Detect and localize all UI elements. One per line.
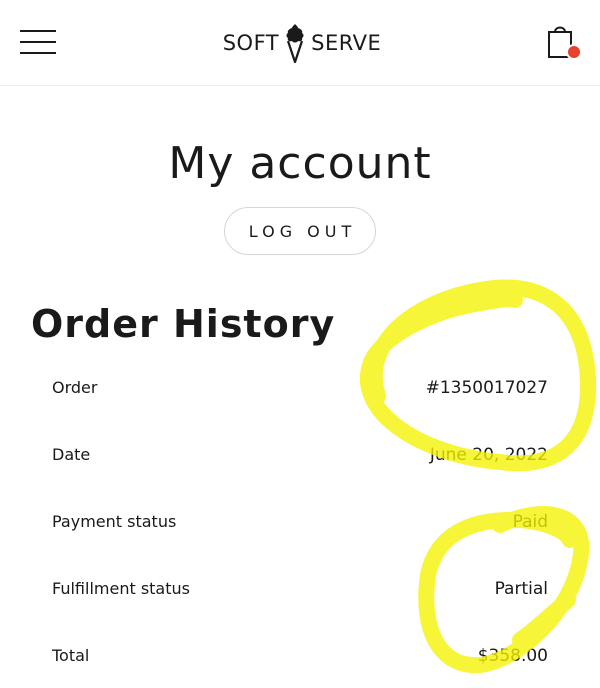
fulfillment-status-value: Partial — [494, 579, 548, 599]
payment-status-value: Paid — [512, 512, 548, 532]
site-logo[interactable]: SOFT SERVE — [222, 22, 382, 64]
order-total-value: $358.00 — [477, 646, 548, 666]
site-header: SOFT SERVE — [0, 0, 600, 86]
cart-button[interactable] — [544, 24, 584, 64]
payment-status-label: Payment status — [52, 512, 177, 531]
fulfillment-status-label: Fulfillment status — [52, 579, 190, 598]
fulfillment-status-row: Fulfillment status Partial — [52, 575, 548, 605]
page-title: My account — [168, 138, 432, 189]
logo-word-right: SERVE — [311, 31, 382, 55]
payment-status-row: Payment status Paid — [52, 508, 548, 538]
order-date-row: Date June 20, 2022 — [52, 441, 548, 471]
order-number-row: Order #1350017027 — [52, 374, 548, 404]
menu-icon[interactable] — [20, 28, 56, 56]
order-number-label: Order — [52, 378, 98, 397]
order-total-label: Total — [52, 646, 90, 665]
menu-icon-bar — [20, 30, 56, 32]
order-date-value: June 20, 2022 — [429, 445, 548, 465]
logo-word-left: SOFT — [222, 31, 280, 55]
order-date-label: Date — [52, 445, 91, 464]
order-total-row: Total $358.00 — [52, 642, 548, 672]
order-number-value: #1350017027 — [425, 378, 548, 398]
menu-icon-bar — [20, 41, 56, 43]
order-history-title: Order History — [31, 302, 336, 346]
cart-badge — [566, 44, 582, 60]
ice-cream-cone-icon — [286, 24, 304, 64]
logout-button[interactable]: LOG OUT — [224, 207, 376, 255]
menu-icon-bar — [20, 52, 56, 54]
